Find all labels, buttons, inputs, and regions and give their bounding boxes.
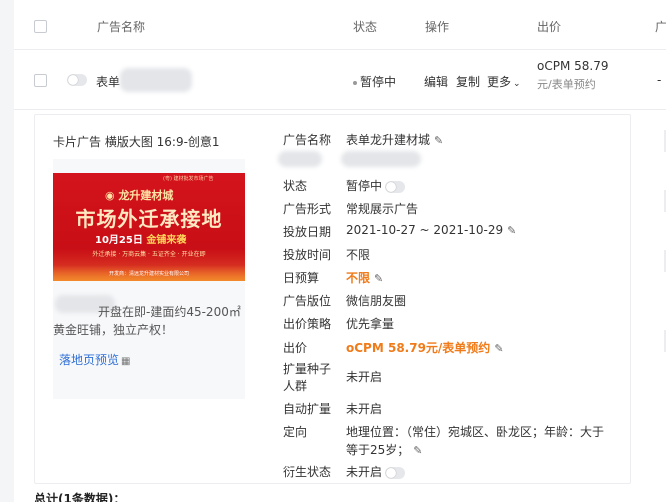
field-strategy-value: 优先拿量 (346, 317, 395, 331)
field-budget-label: 日预算 (283, 271, 320, 285)
field-status-value: 暂停中 (346, 177, 406, 194)
field-seed-label-line1: 扩量种子 (283, 362, 332, 376)
edit-date-icon[interactable]: ✎ (507, 224, 516, 237)
field-time-label: 投放时间 (283, 248, 332, 262)
field-auto-label: 自动扩量 (283, 402, 332, 416)
field-bid-label: 出价 (283, 341, 308, 355)
field-bid-value: oCPM 58.79元/表单预约 ✎ (346, 341, 504, 355)
banner-footer: 开发商：清远龙升建材实业有限公司 (108, 271, 189, 277)
column-more-header: 广 (655, 20, 666, 34)
masked-field-label (278, 151, 322, 167)
field-name-value: 表单龙升建材城 ✎ (346, 133, 444, 147)
banner-small-text: (粤) 建材批发市场广告 (163, 176, 214, 182)
field-budget-value: 不限 ✎ (346, 271, 384, 285)
status-dot-icon (353, 80, 357, 85)
table-header: 广告名称 状态 操作 出价 广 (14, 0, 666, 50)
column-status-header: 状态 (353, 20, 378, 34)
masked-field-value (341, 151, 421, 167)
column-name-header: 广告名称 (97, 20, 146, 34)
row-checkbox[interactable] (34, 74, 47, 87)
field-strategy-label: 出价策略 (283, 317, 332, 331)
field-target-value-line2: 等于25岁； ✎ (346, 443, 423, 457)
row-status-toggle[interactable] (67, 74, 87, 86)
field-seed-label-line2: 人群 (283, 379, 308, 393)
edit-name-icon[interactable]: ✎ (434, 134, 443, 147)
more-dropdown[interactable]: 更多 ⌄ (487, 73, 521, 90)
field-slot-value: 微信朋友圈 (346, 294, 407, 308)
field-date-value: 2021-10-27 ~ 2021-10-29 ✎ (346, 223, 517, 237)
edit-target-icon[interactable]: ✎ (413, 444, 422, 457)
ad-name[interactable]: 表单 (96, 73, 120, 90)
column-bid-header: 出价 (537, 20, 562, 34)
copy-link[interactable]: 复制 (456, 73, 480, 90)
field-time-value: 不限 (346, 248, 371, 262)
banner-date: 10月25日 金铺来袭 (95, 235, 187, 246)
row-bid-value: oCPM 58.79 (537, 59, 609, 73)
field-slot-label: 广告版位 (283, 294, 332, 308)
derived-toggle[interactable] (385, 466, 406, 479)
qrcode-icon: ▦ (121, 356, 131, 367)
creative-title: 卡片广告 横版大图 16:9-创意1 (53, 135, 220, 149)
chevron-down-icon: ⌄ (513, 79, 521, 89)
field-form-value: 常规展示广告 (346, 202, 419, 216)
field-status-label: 状态 (283, 179, 308, 193)
edit-bid-icon[interactable]: ✎ (494, 342, 503, 355)
row-bid-unit: 元/表单预约 (537, 78, 596, 91)
field-derived-label: 衍生状态 (283, 465, 332, 479)
column-action-header: 操作 (425, 20, 450, 34)
ad-detail-card: 卡片广告 横版大图 16:9-创意1 (粤) 建材批发市场广告 ◉ 龙升建材城 … (34, 114, 631, 484)
ads-table-panel: 广告名称 状态 操作 出价 广 表单 暂停中 编辑 复制 更多 ⌄ oCPM 58… (14, 0, 666, 502)
status-toggle[interactable] (385, 180, 406, 193)
field-date-label: 投放日期 (283, 225, 332, 239)
edit-link[interactable]: 编辑 (424, 73, 448, 90)
field-target-label: 定向 (283, 425, 308, 439)
field-auto-value: 未开启 (346, 402, 383, 416)
field-form-label: 广告形式 (283, 202, 332, 216)
select-all-checkbox[interactable] (34, 20, 47, 33)
creative-description: 开盘在即-建面约45-200㎡黄金旺铺，独立产权！ (53, 305, 241, 337)
edit-budget-icon[interactable]: ✎ (374, 272, 383, 285)
landing-page-preview-link[interactable]: 落地页预览 ▦ (59, 351, 130, 368)
row-more-value: - (657, 73, 662, 87)
field-seed-value: 未开启 (346, 370, 383, 384)
field-derived-value: 未开启 (346, 463, 406, 480)
field-name-label: 广告名称 (283, 133, 332, 147)
creative-banner-image: (粤) 建材批发市场广告 ◉ 龙升建材城 市场外迁承接地 10月25日 金铺来袭… (53, 173, 245, 281)
banner-subtext: 外迁承接 · 万商云集 · 五证齐全 · 开业在即 (92, 251, 206, 258)
banner-logo: ◉ 龙升建材城 (105, 189, 174, 202)
masked-name (120, 68, 192, 92)
banner-headline: 市场外迁承接地 (75, 207, 223, 231)
field-target-value-line1: 地理位置：（常住）宛城区、卧龙区；年龄：大于 (346, 425, 605, 439)
row-status: 暂停中 (353, 73, 396, 90)
table-row[interactable]: 表单 暂停中 编辑 复制 更多 ⌄ oCPM 58.79 元/表单预约 - (14, 50, 666, 110)
table-total: 总计(1条数据)： (34, 492, 126, 502)
